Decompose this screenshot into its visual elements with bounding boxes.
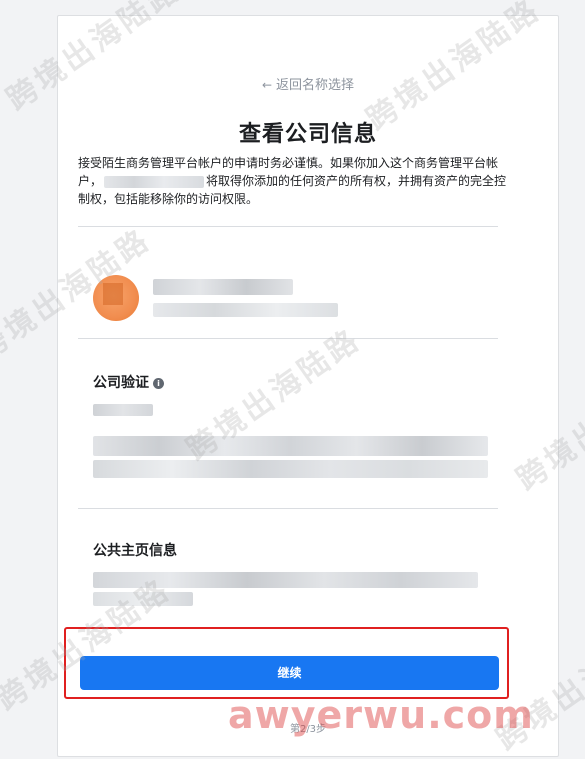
back-to-name-selection-link[interactable]: ← 返回名称选择 — [58, 74, 558, 93]
info-icon[interactable]: i — [153, 377, 164, 389]
blurred-verification-line-2 — [93, 460, 488, 478]
back-link-label: 返回名称选择 — [276, 78, 355, 93]
divider — [78, 338, 498, 339]
divider — [78, 226, 498, 227]
arrow-left-icon: ← — [261, 78, 273, 92]
blurred-business-name — [104, 175, 205, 188]
page-title: 查看公司信息 — [238, 122, 377, 147]
business-profile-row — [78, 253, 498, 323]
blurred-business-subtext — [153, 303, 338, 317]
step-indicator: 第2/3步 — [289, 724, 327, 735]
blurred-verification-line-1 — [93, 436, 488, 456]
blurred-verification-status — [93, 404, 153, 416]
company-verification-title: 公司验证 — [93, 375, 149, 391]
blurred-business-name-text — [153, 279, 293, 295]
divider — [78, 508, 498, 509]
public-page-info-heading: 公共主页信息 — [93, 543, 177, 559]
blurred-page-info-line-1 — [93, 572, 478, 588]
business-avatar — [93, 275, 139, 321]
company-verification-heading: 公司验证 i — [93, 372, 164, 392]
warning-description: 接受陌生商务管理平台帐户的申请时务必谨慎。如果你加入这个商务管理平台帐户， 将取得… — [78, 154, 508, 208]
blurred-page-info-line-2 — [93, 592, 193, 606]
highlight-annotation-box — [64, 627, 509, 699]
